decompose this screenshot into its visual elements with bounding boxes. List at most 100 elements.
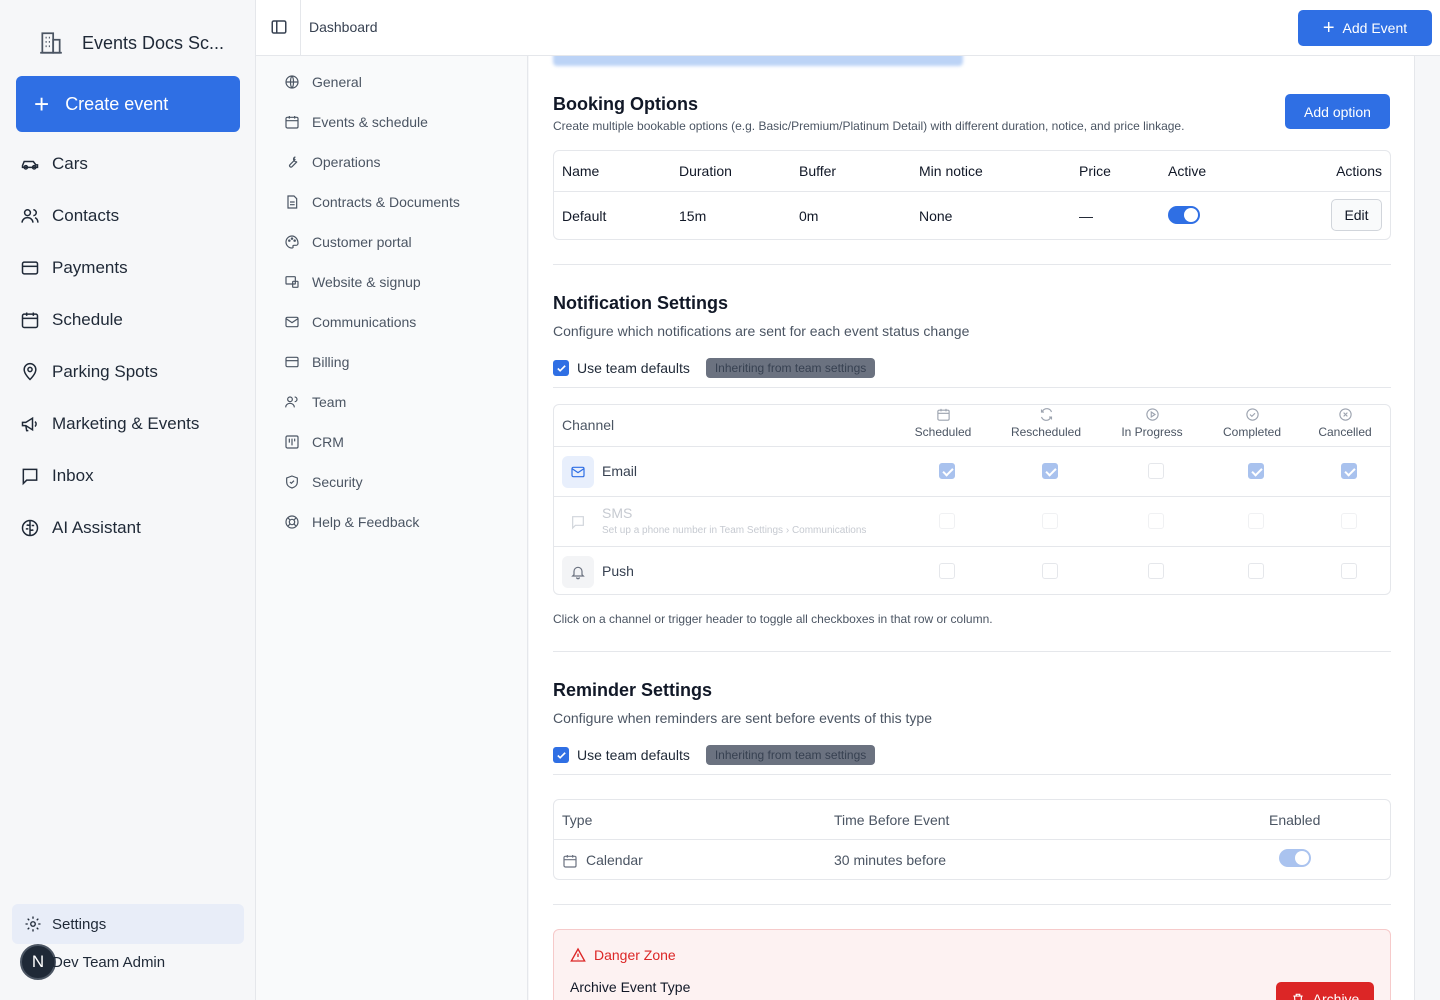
nav-item-settings[interactable]: Settings (12, 904, 244, 944)
settings-nav-security[interactable]: Security (256, 462, 527, 502)
settings-nav-operations[interactable]: Operations (256, 142, 527, 182)
settings-nav-label: Events & schedule (312, 114, 428, 130)
reminder-type: Calendar (586, 852, 643, 868)
add-option-button[interactable]: Add option (1285, 94, 1390, 129)
nav-label: Schedule (52, 310, 123, 329)
add-event-button[interactable]: + Add Event (1298, 10, 1432, 46)
nav-label: Cars (52, 154, 88, 173)
settings-nav-team[interactable]: Team (256, 382, 527, 422)
sms-scheduled-checkbox (939, 513, 955, 529)
trigger-completed[interactable]: Completed (1202, 407, 1302, 439)
use-defaults-checkbox[interactable] (553, 747, 569, 763)
communications-link[interactable]: Communications (792, 525, 866, 536)
archive-button[interactable]: Archive (1276, 982, 1374, 1000)
channel-name[interactable]: Email (602, 463, 637, 479)
notifications-use-defaults[interactable]: Use team defaults Inheriting from team s… (553, 358, 876, 378)
nav-item-cars[interactable]: Cars (20, 138, 244, 190)
email-channel-icon-box (562, 456, 594, 488)
option-buffer: 0m (799, 208, 819, 224)
email-cancelled-checkbox[interactable] (1341, 463, 1357, 479)
brain-icon (21, 519, 39, 537)
settings-nav-contracts-documents[interactable]: Contracts & Documents (256, 182, 527, 222)
option-active-toggle[interactable] (1168, 206, 1200, 224)
notifications-description: Configure which notifications are sent f… (553, 323, 970, 339)
reminders-use-defaults[interactable]: Use team defaults Inheriting from team s… (553, 745, 876, 765)
settings-nav-customer-portal[interactable]: Customer portal (256, 222, 527, 262)
settings-nav-help-feedback[interactable]: Help & Feedback (256, 502, 527, 542)
subsection-divider (553, 774, 1391, 775)
calendar-icon (21, 312, 39, 329)
sms-cancelled-checkbox (1341, 513, 1357, 529)
col-type: Type (562, 812, 593, 828)
edit-option-button[interactable]: Edit (1331, 199, 1382, 231)
credit-card-icon (285, 356, 299, 368)
channel-header: Channel (562, 417, 615, 433)
topbar-divider (300, 0, 301, 56)
settings-label: Settings (52, 915, 107, 933)
file-text-icon (287, 195, 298, 209)
nav-item-inbox[interactable]: Inbox (20, 450, 244, 502)
user-menu[interactable]: N Dev Team Admin (20, 944, 165, 980)
sidebar-toggle-icon[interactable] (270, 18, 288, 36)
nav-item-marketing-events[interactable]: Marketing & Events (20, 398, 244, 450)
check-icon (556, 364, 566, 372)
settings-nav-communications[interactable]: Communications (256, 302, 527, 342)
email-rescheduled-checkbox[interactable] (1042, 463, 1058, 479)
settings-nav-website-signup[interactable]: Website & signup (256, 262, 527, 302)
reminders-description: Configure when reminders are sent before… (553, 710, 932, 726)
notifications-title: Notification Settings (553, 293, 728, 313)
settings-nav-label: Operations (312, 154, 381, 170)
push-channel-icon-box (562, 556, 594, 588)
trigger-scheduled[interactable]: Scheduled (893, 407, 993, 439)
nav-item-ai-assistant[interactable]: AI Assistant (20, 502, 244, 554)
website-icon (285, 276, 299, 288)
wrench-icon (289, 156, 298, 168)
email-scheduled-checkbox[interactable] (939, 463, 955, 479)
danger-zone: Danger Zone Archive Event Type Archive (553, 929, 1391, 1000)
scrolled-content-bar (553, 56, 963, 66)
booking-description: Create multiple bookable options (e.g. B… (553, 119, 1185, 133)
sms-setup-hint: Set up a phone number in Team Settings ›… (602, 525, 866, 536)
push-in-progress-checkbox[interactable] (1148, 563, 1164, 579)
nav-item-schedule[interactable]: Schedule (20, 294, 244, 346)
trigger-cancelled[interactable]: Cancelled (1295, 407, 1395, 439)
reminders-title: Reminder Settings (553, 680, 713, 700)
create-event-button[interactable]: + Create event (16, 76, 240, 132)
reminder-enabled-toggle[interactable] (1279, 849, 1311, 867)
nav-item-contacts[interactable]: Contacts (20, 190, 244, 242)
shield-icon (286, 475, 298, 489)
trigger-in-progress[interactable]: In Progress (1102, 407, 1202, 439)
trigger-rescheduled[interactable]: Rescheduled (996, 407, 1096, 439)
push-scheduled-checkbox[interactable] (939, 563, 955, 579)
push-rescheduled-checkbox[interactable] (1042, 563, 1058, 579)
create-event-label: Create event (65, 93, 169, 114)
settings-nav-billing[interactable]: Billing (256, 342, 527, 382)
plus-icon: + (34, 89, 50, 119)
subsection-divider (553, 387, 1391, 388)
channel-row-push: Push (554, 546, 1390, 595)
email-completed-checkbox[interactable] (1248, 463, 1264, 479)
use-defaults-checkbox[interactable] (553, 360, 569, 376)
sms-completed-checkbox (1248, 513, 1264, 529)
booking-table: Name Duration Buffer Min notice Price Ac… (553, 150, 1391, 240)
email-in-progress-checkbox[interactable] (1148, 463, 1164, 479)
settings-nav-crm[interactable]: CRM (256, 422, 527, 462)
col-active: Active (1168, 163, 1207, 179)
push-cancelled-checkbox[interactable] (1341, 563, 1357, 579)
nav-item-parking-spots[interactable]: Parking Spots (20, 346, 244, 398)
brand[interactable]: Events Docs Sc... (38, 30, 224, 56)
settings-nav-events-schedule[interactable]: Events & schedule (256, 102, 527, 142)
push-completed-checkbox[interactable] (1248, 563, 1264, 579)
col-actions: Actions (1336, 163, 1382, 179)
col-enabled: Enabled (1269, 812, 1321, 828)
nav-item-payments[interactable]: Payments (20, 242, 244, 294)
alert-triangle-icon (570, 947, 586, 962)
avatar: N (20, 944, 56, 980)
main-content: Booking Options Create multiple bookable… (529, 56, 1415, 1000)
lifebuoy-icon (285, 515, 299, 529)
right-gutter (1416, 56, 1440, 1000)
kanban-icon (285, 435, 299, 449)
calendar-icon (563, 855, 577, 868)
channel-name[interactable]: Push (602, 563, 634, 579)
settings-nav-general[interactable]: General (256, 62, 527, 102)
